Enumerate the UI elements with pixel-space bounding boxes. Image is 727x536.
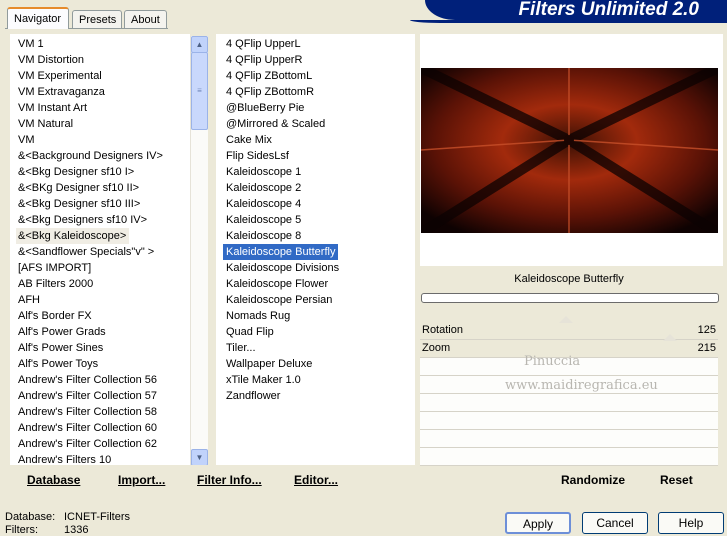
apply-button[interactable]: Apply	[505, 512, 571, 534]
database-status-value: ICNET-Filters	[64, 511, 130, 523]
filter-list-item[interactable]: Kaleidoscope 1	[216, 164, 304, 180]
category-list-item[interactable]: Andrew's Filter Collection 58	[10, 404, 160, 420]
category-list-item[interactable]: Andrew's Filter Collection 62	[10, 436, 160, 452]
tab-about[interactable]: About	[124, 10, 167, 28]
category-list-item[interactable]: &<Background Designers IV>	[10, 148, 166, 164]
filter-list-item[interactable]: Kaleidoscope 8	[216, 228, 304, 244]
preview-image	[421, 68, 718, 233]
empty-slider-row	[420, 448, 718, 466]
category-list-item[interactable]: VM Distortion	[10, 52, 87, 68]
reset-button[interactable]: Reset	[660, 473, 693, 487]
tab-navigator[interactable]: Navigator	[7, 7, 69, 29]
category-list-item[interactable]: Andrew's Filters 10	[10, 452, 114, 466]
slider-label: Rotation	[422, 324, 463, 336]
filters-count-label: Filters:	[5, 524, 38, 536]
filter-list-item[interactable]: Kaleidoscope Flower	[216, 276, 331, 292]
category-list-item[interactable]: VM 1	[10, 36, 47, 52]
scroll-down-icon[interactable]: ▼	[191, 449, 208, 466]
watermark-name: Pinuccia	[524, 354, 581, 369]
category-list-item[interactable]: &<Bkg Designer sf10 III>	[10, 196, 143, 212]
database-status-label: Database:	[5, 511, 56, 523]
filter-name-label: Kaleidoscope Butterfly	[420, 268, 718, 290]
filter-list[interactable]: 4 QFlip UpperL 4 QFlip UpperR 4 QFlip ZBot…	[216, 34, 415, 466]
category-list-item[interactable]: VM	[10, 132, 38, 148]
watermark-url: www.maidiregrafica.eu	[505, 378, 658, 393]
category-list-item[interactable]: Alf's Power Toys	[10, 356, 101, 372]
category-list-item[interactable]: Andrew's Filter Collection 56	[10, 372, 160, 388]
filter-info-button[interactable]: Filter Info...	[197, 473, 262, 487]
filter-list-item[interactable]: 4 QFlip ZBottomR	[216, 84, 317, 100]
slider-thumb[interactable]	[559, 316, 574, 323]
category-list[interactable]: VM 1 VM Distortion VM Experimental VM Extra…	[10, 34, 190, 466]
empty-slider-row	[420, 394, 718, 412]
filter-list-item[interactable]: Kaleidoscope 5	[216, 212, 304, 228]
category-list-item[interactable]: AFH	[10, 292, 43, 308]
filter-list-item[interactable]: Flip SidesLsf	[216, 148, 292, 164]
category-list-item[interactable]: &<Bkg Designers sf10 IV>	[10, 212, 150, 228]
database-button[interactable]: Database	[27, 473, 80, 487]
filter-list-item[interactable]: Kaleidoscope 2	[216, 180, 304, 196]
import-button[interactable]: Import...	[118, 473, 165, 487]
filter-list-item[interactable]: Wallpaper Deluxe	[216, 356, 315, 372]
filter-list-item[interactable]: Kaleidoscope 4	[216, 196, 304, 212]
empty-slider-row	[420, 430, 718, 448]
filter-list-item[interactable]: @Mirrored & Scaled	[216, 116, 328, 132]
app-banner-title: Filters Unlimited 2.0	[425, 0, 727, 20]
filter-list-item[interactable]: 4 QFlip ZBottomL	[216, 68, 315, 84]
category-list-item[interactable]: &<BKg Designer sf10 II>	[10, 180, 142, 196]
filter-list-item[interactable]: Zandflower	[216, 388, 283, 404]
slider-value: 215	[697, 342, 716, 354]
help-button[interactable]: Help	[658, 512, 724, 534]
category-list-item[interactable]: Alf's Power Sines	[10, 340, 106, 356]
tab-presets[interactable]: Presets	[72, 10, 122, 28]
slider-thumb[interactable]	[663, 334, 678, 341]
category-list-item[interactable]: &<Sandflower Specials"v" >	[10, 244, 157, 260]
slider-value: 125	[697, 324, 716, 336]
filters-count-value: 1336	[64, 524, 89, 536]
filter-list-item[interactable]: Quad Flip	[216, 324, 277, 340]
category-list-item[interactable]: &<Bkg Kaleidoscope>	[16, 228, 130, 244]
slider-label: Zoom	[422, 342, 451, 354]
scroll-thumb[interactable]: ≡	[191, 52, 208, 130]
category-list-item[interactable]: Andrew's Filter Collection 60	[10, 420, 160, 436]
category-list-item[interactable]: AB Filters 2000	[10, 276, 96, 292]
randomize-button[interactable]: Randomize	[561, 473, 625, 487]
empty-slider-row	[420, 412, 718, 430]
category-list-item[interactable]: Andrew's Filter Collection 57	[10, 388, 160, 404]
category-list-item[interactable]: VM Experimental	[10, 68, 105, 84]
filter-list-item[interactable]: Kaleidoscope Persian	[216, 292, 335, 308]
category-scrollbar[interactable]: ▲ ≡ ▼	[190, 36, 208, 466]
editor-button[interactable]: Editor...	[294, 473, 338, 487]
filter-list-item[interactable]: @BlueBerry Pie	[216, 100, 307, 116]
category-list-item[interactable]: [AFS IMPORT]	[10, 260, 94, 276]
filter-list-item[interactable]: xTile Maker 1.0	[216, 372, 304, 388]
filter-list-item[interactable]: Kaleidoscope Divisions	[216, 260, 342, 276]
scroll-up-icon[interactable]: ▲	[191, 36, 208, 53]
filter-list-item[interactable]: Cake Mix	[216, 132, 275, 148]
category-list-item[interactable]: VM Natural	[10, 116, 76, 132]
filter-list-item[interactable]: Tiler...	[216, 340, 259, 356]
progress-bar	[421, 293, 719, 303]
filter-list-item[interactable]: Kaleidoscope Butterfly	[223, 244, 339, 260]
category-list-item[interactable]: VM Extravaganza	[10, 84, 108, 100]
category-list-item[interactable]: VM Instant Art	[10, 100, 90, 116]
banner-stripe	[410, 20, 727, 23]
category-list-item[interactable]: Alf's Border FX	[10, 308, 95, 324]
category-list-item[interactable]: Alf's Power Grads	[10, 324, 109, 340]
filter-list-item[interactable]: Nomads Rug	[216, 308, 293, 324]
filter-list-item[interactable]: 4 QFlip UpperR	[216, 52, 305, 68]
filter-list-item[interactable]: 4 QFlip UpperL	[216, 36, 304, 52]
category-list-item[interactable]: &<Bkg Designer sf10 I>	[10, 164, 137, 180]
cancel-button[interactable]: Cancel	[582, 512, 648, 534]
